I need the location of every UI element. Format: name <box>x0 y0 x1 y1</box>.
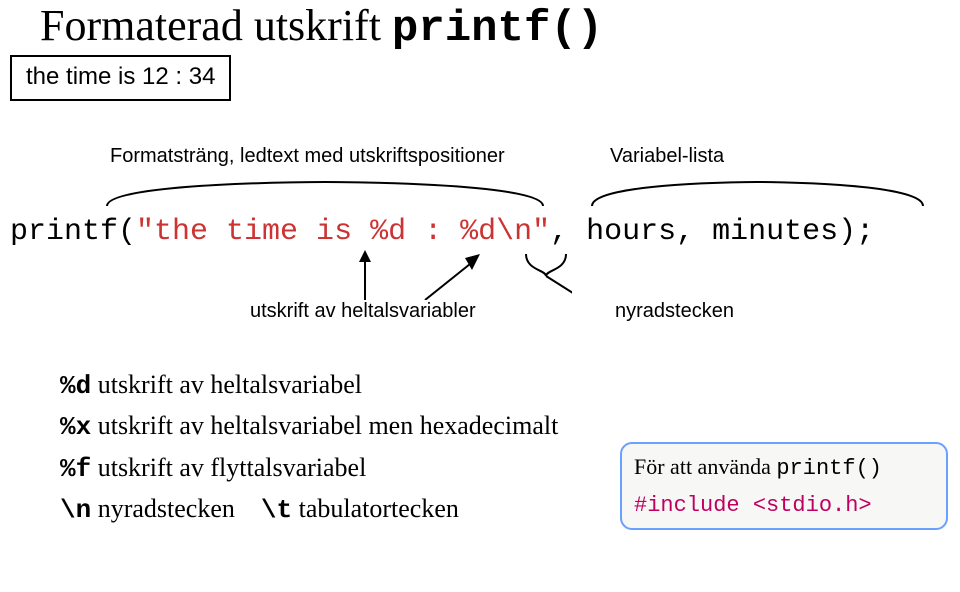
title-text: Formaterad utskrift <box>40 1 392 50</box>
info-box: För att använda printf() #include <stdio… <box>620 442 948 530</box>
code-f: %f <box>60 454 91 484</box>
code-n: \n <box>60 495 91 525</box>
code-prefix: printf( <box>10 215 136 249</box>
text-n: nyradstecken <box>98 494 235 523</box>
code-d: %d <box>60 371 91 401</box>
code-string: "the time is %d : %d\n" <box>136 215 550 249</box>
brace-left-icon <box>105 178 545 208</box>
arrow-d2-icon <box>420 250 490 300</box>
format-specifiers-list: %d utskrift av heltalsvariabel %x utskri… <box>60 365 558 530</box>
text-f: utskrift av flyttalsvariabel <box>98 453 367 482</box>
list-item: %f utskrift av flyttalsvariabel <box>60 448 558 489</box>
list-item: %x utskrift av heltalsvariabel men hexad… <box>60 406 558 447</box>
info-line2: #include <stdio.h> <box>634 493 934 518</box>
text-x: utskrift av heltalsvariabel men hexadeci… <box>98 411 559 440</box>
text-d: utskrift av heltalsvariabel <box>98 370 362 399</box>
output-text: the time is 12 : 34 <box>26 63 215 90</box>
brace-right-icon <box>590 178 925 208</box>
code-line: printf("the time is %d : %d\n", hours, m… <box>10 215 874 249</box>
info-line1-code: printf() <box>776 456 882 481</box>
annotation-variable-list: Variabel-lista <box>610 145 724 168</box>
list-item: %d utskrift av heltalsvariabel <box>60 365 558 406</box>
output-box: the time is 12 : 34 <box>10 55 231 101</box>
annotation-int-output: utskrift av heltalsvariabler <box>250 300 476 323</box>
list-item: \n nyradstecken \t tabulatortecken <box>60 489 558 530</box>
code-suffix: , hours, minutes); <box>550 215 874 249</box>
info-line1: För att använda printf() <box>634 454 934 481</box>
code-x: %x <box>60 412 91 442</box>
info-line1-pre: För att använda <box>634 454 776 479</box>
text-t: tabulatortecken <box>299 494 459 523</box>
brace-newline-icon <box>522 250 572 300</box>
annotation-format-string: Formatsträng, ledtext med utskriftsposit… <box>110 145 505 168</box>
title-code: printf() <box>392 4 603 54</box>
annotation-newline: nyradstecken <box>615 300 734 323</box>
code-t: \t <box>261 495 292 525</box>
page-title: Formaterad utskrift printf() <box>40 0 603 54</box>
arrow-d1-icon <box>345 250 385 300</box>
